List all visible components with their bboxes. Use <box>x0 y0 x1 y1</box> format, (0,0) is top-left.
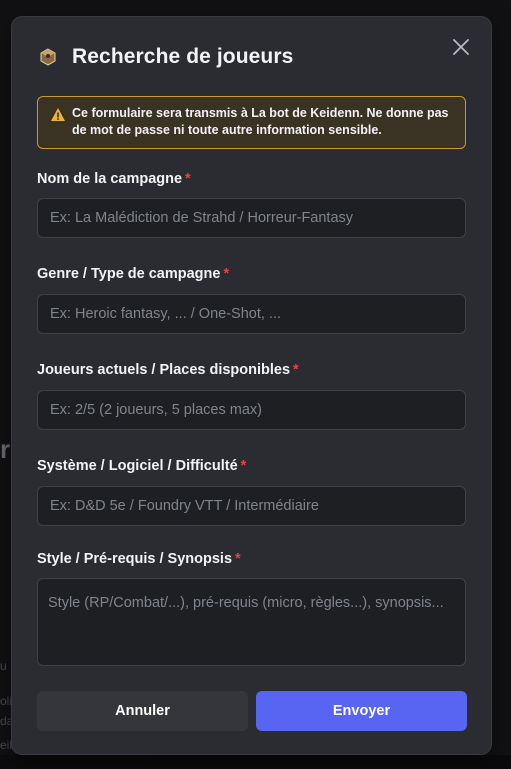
style-textarea[interactable] <box>37 578 466 666</box>
players-input[interactable] <box>37 390 466 430</box>
campaign-name-input[interactable] <box>37 198 466 238</box>
background-text-fragment: r <box>0 434 11 464</box>
field-label-text: Nom de la campagne <box>37 171 183 187</box>
required-asterisk: * <box>240 458 247 474</box>
required-asterisk: * <box>223 266 230 282</box>
warning-text: Ce formulaire sera transmis à La bot de … <box>72 106 449 137</box>
dice-mage-icon <box>36 45 60 69</box>
background-text-fragment: oli <box>0 694 13 708</box>
required-asterisk: * <box>235 551 241 567</box>
required-asterisk: * <box>293 362 299 378</box>
background-footer-right <box>150 755 511 769</box>
field-label-text: Système / Logiciel / Difficulté <box>37 458 238 474</box>
field-label-text: Genre / Type de campagne <box>37 266 221 282</box>
style-label: Style / Pré-requis / Synopsis * <box>37 551 241 567</box>
cancel-button[interactable]: Annuler <box>37 691 248 731</box>
player-search-modal: Recherche de joueurs Ce formulaire sera … <box>12 17 491 754</box>
field-label-text: Style / Pré-requis / Synopsis <box>37 551 233 567</box>
required-asterisk: * <box>185 171 191 187</box>
campaign-name-label: Nom de la campagne * <box>37 171 191 187</box>
field-label-text: Joueurs actuels / Places disponibles <box>37 362 291 378</box>
players-label: Joueurs actuels / Places disponibles * <box>37 362 299 378</box>
campaign-genre-label: Genre / Type de campagne * <box>37 266 229 282</box>
close-icon <box>453 39 469 55</box>
modal-header: Recherche de joueurs <box>36 41 293 73</box>
submit-button[interactable]: Envoyer <box>256 691 467 731</box>
system-label: Système / Logiciel / Difficulté * <box>37 458 246 474</box>
warning-icon <box>51 108 65 121</box>
close-button[interactable] <box>449 35 473 59</box>
campaign-genre-input[interactable] <box>37 294 466 334</box>
system-input[interactable] <box>37 486 466 526</box>
background-text-fragment: eil <box>0 738 13 752</box>
warning-banner: Ce formulaire sera transmis à La bot de … <box>37 96 466 149</box>
modal-title: Recherche de joueurs <box>72 45 294 68</box>
background-text-fragment: u <box>0 659 7 673</box>
